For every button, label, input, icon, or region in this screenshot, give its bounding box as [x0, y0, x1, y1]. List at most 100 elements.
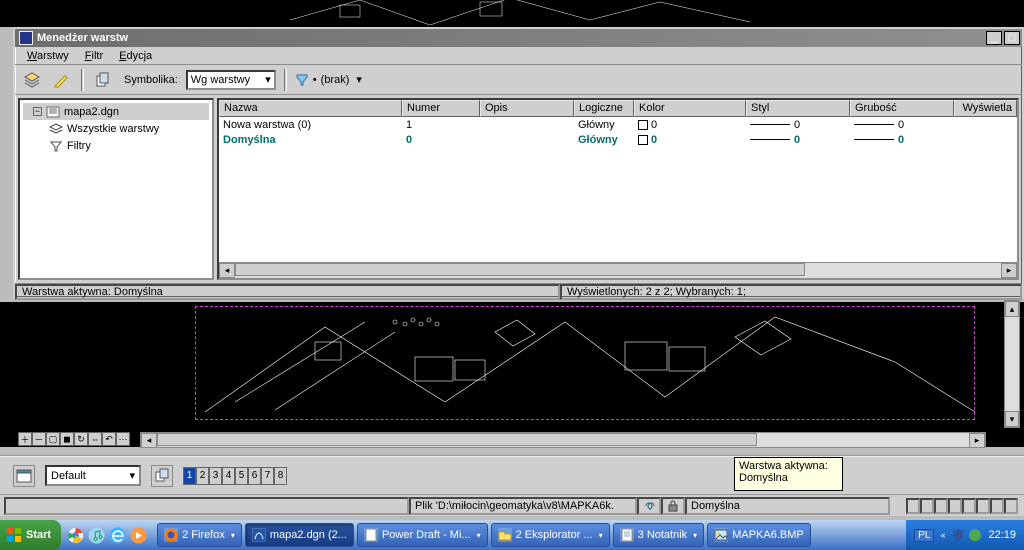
- view-6[interactable]: 6: [248, 467, 261, 485]
- vc-fit-icon[interactable]: ▢: [46, 432, 60, 446]
- window-title: Menedżer warstw: [37, 32, 986, 44]
- plate-8[interactable]: [1004, 498, 1018, 514]
- task-firefox[interactable]: 2 Firefox▾: [157, 523, 242, 547]
- vc-more-icon[interactable]: ⋯: [116, 432, 130, 446]
- tree-filters[interactable]: Filtry: [23, 137, 209, 154]
- task-powerdraft[interactable]: Power Draft - Mi...▾: [357, 523, 488, 547]
- view-3[interactable]: 3: [209, 467, 222, 485]
- app-statusbar: Plik 'D:\miłocin\geomatyka\v8\MAPKA6k. D…: [0, 494, 1024, 516]
- view-4[interactable]: 4: [222, 467, 235, 485]
- taskbar: Start 2 Firefox▾ mapa2.dgn (2... Power D…: [0, 520, 1024, 550]
- titlebar[interactable]: Menedżer warstw _ □: [15, 29, 1022, 47]
- linestyle-icon: [750, 139, 790, 140]
- copy-view-icon[interactable]: [151, 465, 173, 487]
- tree-panel: − mapa2.dgn Wszystkie warstwy Filtry: [18, 98, 214, 280]
- system-tray: PL « 22:19: [906, 520, 1024, 550]
- vc-prev-icon[interactable]: ↶: [102, 432, 116, 446]
- toolbar: Symbolika: Wg warstwy •(brak): [15, 65, 1022, 95]
- scroll-left-icon[interactable]: ◂: [219, 263, 235, 278]
- scroll-right-icon[interactable]: ▸: [1001, 263, 1017, 278]
- view-2[interactable]: 2: [196, 467, 209, 485]
- col-desc[interactable]: Opis: [480, 100, 574, 117]
- menu-edit[interactable]: Edycja: [113, 48, 158, 64]
- highlight-icon[interactable]: [51, 69, 73, 91]
- table-row[interactable]: Nowa warstwa (0) 1 Główny 0 0 0: [219, 117, 1017, 132]
- tree-root-file[interactable]: − mapa2.dgn: [23, 103, 209, 120]
- viewport-hscroll[interactable]: ◂ ▸: [140, 432, 986, 448]
- collapse-icon[interactable]: −: [33, 107, 42, 116]
- tray-globe-icon[interactable]: [968, 528, 982, 542]
- player-icon[interactable]: [130, 527, 147, 544]
- filter-none-combo[interactable]: •(brak): [295, 73, 362, 87]
- view-8[interactable]: 8: [274, 467, 287, 485]
- plate-5[interactable]: [962, 498, 976, 514]
- close-button[interactable]: □: [1004, 31, 1020, 45]
- layers-icon[interactable]: [21, 69, 43, 91]
- view-1[interactable]: 1: [183, 467, 196, 485]
- plate-1[interactable]: [906, 498, 920, 514]
- vc-rot-icon[interactable]: ↻: [74, 432, 88, 446]
- grid-hscrollbar[interactable]: ◂ ▸: [219, 262, 1017, 278]
- tray-expand-icon[interactable]: «: [940, 530, 945, 540]
- task-notatnik[interactable]: 3 Notatnik▾: [613, 523, 705, 547]
- plate-2[interactable]: [920, 498, 934, 514]
- plate-7[interactable]: [990, 498, 1004, 514]
- start-button[interactable]: Start: [0, 520, 61, 550]
- scroll-right-icon[interactable]: ▸: [969, 433, 985, 448]
- minimize-button[interactable]: _: [986, 31, 1002, 45]
- notepad-icon: [620, 528, 634, 542]
- view-number-buttons: 1 2 3 4 5 6 7 8: [183, 467, 287, 485]
- col-display[interactable]: Wyświetla: [954, 100, 1017, 117]
- plate-3[interactable]: [934, 498, 948, 514]
- viewgroup-combo[interactable]: Default: [45, 465, 141, 486]
- col-name[interactable]: Nazwa: [219, 100, 402, 117]
- view-5[interactable]: 5: [235, 467, 248, 485]
- symbolika-combo[interactable]: Wg warstwy: [186, 70, 276, 90]
- view-7[interactable]: 7: [261, 467, 274, 485]
- plate-6[interactable]: [976, 498, 990, 514]
- viewport-vscroll[interactable]: ▴ ▾: [1004, 300, 1020, 428]
- lang-indicator[interactable]: PL: [914, 529, 934, 542]
- col-logical[interactable]: Logiczne: [574, 100, 634, 117]
- scroll-thumb[interactable]: [157, 433, 757, 446]
- menubar: Warstwy Filtr Edycja: [15, 47, 1022, 65]
- copy-icon[interactable]: [92, 69, 114, 91]
- viewgroup-icon[interactable]: [13, 465, 35, 487]
- link-icon[interactable]: [637, 497, 661, 515]
- menu-filter[interactable]: Filtr: [79, 48, 109, 64]
- chrome-icon[interactable]: [67, 527, 84, 544]
- lock-icon[interactable]: [661, 497, 685, 515]
- view-control-toolbar: ＋ － ▢ ◼ ↻ ⇔ ↶ ⋯: [18, 432, 130, 446]
- status-active-layer[interactable]: Domyślna: [685, 497, 890, 515]
- plate-4[interactable]: [948, 498, 962, 514]
- col-color[interactable]: Kolor: [634, 100, 746, 117]
- status-active-layer: Warstwa aktywna: Domyślna: [15, 284, 560, 300]
- statusbar: Warstwa aktywna: Domyślna Wyświetlonych:…: [15, 283, 1022, 300]
- col-style[interactable]: Styl: [746, 100, 850, 117]
- vc-plus-icon[interactable]: ＋: [18, 432, 32, 446]
- ie-icon[interactable]: [109, 527, 126, 544]
- scroll-thumb[interactable]: [235, 263, 805, 276]
- tree-all-layers[interactable]: Wszystkie warstwy: [23, 120, 209, 137]
- task-mapka-bmp[interactable]: MAPKA6.BMP: [707, 523, 811, 547]
- clock[interactable]: 22:19: [988, 529, 1016, 541]
- scroll-down-icon[interactable]: ▾: [1005, 411, 1019, 427]
- color-swatch-icon: [638, 135, 648, 145]
- table-row[interactable]: Domyślna 0 Główny 0 0 0: [219, 132, 1017, 147]
- lineweight-icon: [854, 139, 894, 140]
- itunes-icon[interactable]: [88, 527, 105, 544]
- scroll-left-icon[interactable]: ◂: [141, 433, 157, 448]
- menu-layers[interactable]: Warstwy: [21, 48, 75, 64]
- task-mapa2[interactable]: mapa2.dgn (2...: [245, 523, 354, 547]
- vc-pan-icon[interactable]: ⇔: [88, 432, 102, 446]
- vc-minus-icon[interactable]: －: [32, 432, 46, 446]
- col-number[interactable]: Numer: [402, 100, 480, 117]
- quicklaunch: [61, 527, 153, 544]
- status-filepath: Plik 'D:\miłocin\geomatyka\v8\MAPKA6k.: [409, 497, 637, 515]
- tray-shield-icon[interactable]: [951, 528, 965, 542]
- cad-viewport-main[interactable]: [0, 302, 1024, 447]
- scroll-up-icon[interactable]: ▴: [1005, 301, 1019, 317]
- task-explorer[interactable]: 2 Eksplorator ...▾: [491, 523, 610, 547]
- vc-sel-icon[interactable]: ◼: [60, 432, 74, 446]
- col-weight[interactable]: Grubość: [850, 100, 954, 117]
